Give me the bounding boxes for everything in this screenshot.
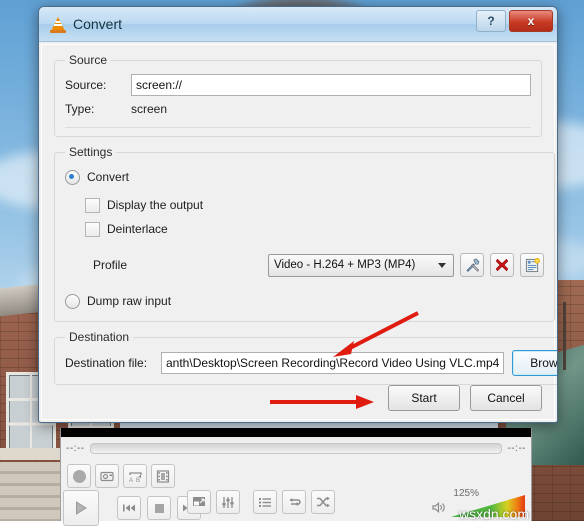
destination-file-row: Destination file: anth\Desktop\Screen Re… bbox=[65, 350, 557, 376]
convert-dialog: Convert ? x Source Source: screen:// Typ… bbox=[38, 6, 558, 423]
close-button[interactable]: x bbox=[509, 10, 553, 32]
seek-slider[interactable] bbox=[89, 442, 503, 454]
browse-button[interactable]: Browse bbox=[512, 350, 557, 376]
ab-loop-button[interactable]: A B bbox=[123, 464, 147, 488]
record-icon bbox=[72, 469, 86, 483]
profile-label: Profile bbox=[93, 258, 128, 272]
type-label: Type: bbox=[65, 102, 95, 116]
vlc-player-controls: --:-- --:-- A B 125% wsxdn.com bbox=[60, 428, 532, 526]
advanced-controls: A B bbox=[67, 464, 175, 488]
elapsed-time: --:-- bbox=[66, 442, 85, 454]
new-profile-button[interactable] bbox=[520, 253, 544, 277]
dialog-titlebar[interactable]: Convert ? x bbox=[39, 7, 557, 42]
type-value: screen bbox=[131, 102, 168, 116]
settings-legend: Settings bbox=[69, 145, 113, 159]
tools-icon bbox=[465, 258, 479, 272]
seek-row: --:-- --:-- bbox=[61, 437, 531, 459]
edit-profile-button[interactable] bbox=[460, 253, 484, 277]
frame-by-frame-icon bbox=[156, 469, 170, 483]
convert-label: Convert bbox=[87, 170, 130, 184]
watermark: wsxdn.com bbox=[458, 506, 529, 522]
play-icon bbox=[76, 501, 87, 515]
playlist-button[interactable] bbox=[253, 490, 277, 514]
stop-icon bbox=[154, 503, 164, 513]
previous-icon bbox=[123, 504, 135, 512]
deinterlace-label: Deinterlace bbox=[107, 222, 168, 236]
previous-button[interactable] bbox=[117, 496, 141, 520]
deinterlace-row[interactable]: Deinterlace bbox=[65, 217, 544, 241]
new-profile-icon bbox=[525, 257, 540, 272]
destination-legend: Destination bbox=[69, 330, 130, 344]
source-group: Source Source: screen:// Type: screen bbox=[54, 53, 542, 137]
deinterlace-checkbox[interactable] bbox=[85, 221, 100, 237]
convert-radio-row[interactable]: Convert bbox=[65, 165, 544, 189]
pole bbox=[563, 302, 566, 370]
dialog-body: Source Source: screen:// Type: screen Se… bbox=[41, 44, 557, 420]
dialog-footer: Start Cancel bbox=[388, 385, 542, 411]
loop-button[interactable] bbox=[282, 490, 306, 514]
cancel-button[interactable]: Cancel bbox=[470, 385, 542, 411]
view-controls bbox=[187, 490, 240, 514]
dump-raw-row[interactable]: Dump raw input bbox=[65, 289, 544, 313]
loop-icon bbox=[288, 498, 301, 506]
chevron-down-icon bbox=[438, 262, 446, 268]
frame-by-frame-button[interactable] bbox=[151, 464, 175, 488]
display-output-label: Display the output bbox=[107, 198, 204, 212]
destination-file-label: Destination file: bbox=[65, 356, 148, 370]
speaker-icon[interactable] bbox=[432, 501, 447, 517]
profile-selected-value: Video - H.264 + MP3 (MP4) bbox=[274, 259, 416, 271]
profile-select[interactable]: Video - H.264 + MP3 (MP4) bbox=[268, 253, 454, 277]
record-button[interactable] bbox=[67, 464, 91, 488]
dump-raw-radio[interactable] bbox=[65, 293, 80, 309]
snapshot-icon bbox=[100, 471, 114, 482]
svg-text:A: A bbox=[129, 478, 133, 483]
source-row: Source: screen:// bbox=[65, 73, 531, 97]
divider bbox=[65, 127, 531, 128]
fullscreen-button[interactable] bbox=[187, 490, 211, 514]
source-label: Source: bbox=[65, 78, 107, 92]
red-x-icon bbox=[495, 258, 509, 272]
playlist-icon bbox=[259, 497, 271, 507]
vlc-cone-icon bbox=[49, 16, 66, 33]
total-time: --:-- bbox=[507, 442, 526, 454]
dump-raw-label: Dump raw input bbox=[87, 294, 172, 308]
destination-group: Destination Destination file: anth\Deskt… bbox=[54, 330, 557, 385]
stop-button[interactable] bbox=[147, 496, 171, 520]
source-legend: Source bbox=[69, 53, 108, 67]
delete-profile-button[interactable] bbox=[490, 253, 514, 277]
shuffle-icon bbox=[316, 496, 330, 508]
extended-settings-button[interactable] bbox=[216, 490, 240, 514]
convert-radio[interactable] bbox=[65, 169, 80, 185]
profile-row: Profile Video - H.264 + MP3 (MP4) bbox=[65, 253, 544, 277]
display-output-row[interactable]: Display the output bbox=[65, 193, 544, 217]
window-buttons: ? x bbox=[476, 10, 553, 32]
destination-file-input[interactable]: anth\Desktop\Screen Recording\Record Vid… bbox=[161, 352, 505, 374]
snapshot-button[interactable] bbox=[95, 464, 119, 488]
video-area bbox=[61, 428, 531, 437]
source-input[interactable]: screen:// bbox=[131, 74, 531, 96]
shuffle-button[interactable] bbox=[311, 490, 335, 514]
start-button[interactable]: Start bbox=[388, 385, 460, 411]
fullscreen-icon bbox=[193, 497, 205, 506]
ab-loop-icon: A B bbox=[129, 471, 142, 483]
playlist-controls bbox=[253, 490, 335, 514]
svg-text:B: B bbox=[136, 478, 140, 483]
help-button[interactable]: ? bbox=[476, 10, 506, 32]
display-output-checkbox[interactable] bbox=[85, 197, 100, 213]
settings-group: Settings Convert Display the output Dein… bbox=[54, 145, 555, 322]
type-row: Type: screen bbox=[65, 97, 531, 121]
dialog-title: Convert bbox=[73, 16, 123, 32]
extended-settings-icon bbox=[222, 496, 234, 508]
